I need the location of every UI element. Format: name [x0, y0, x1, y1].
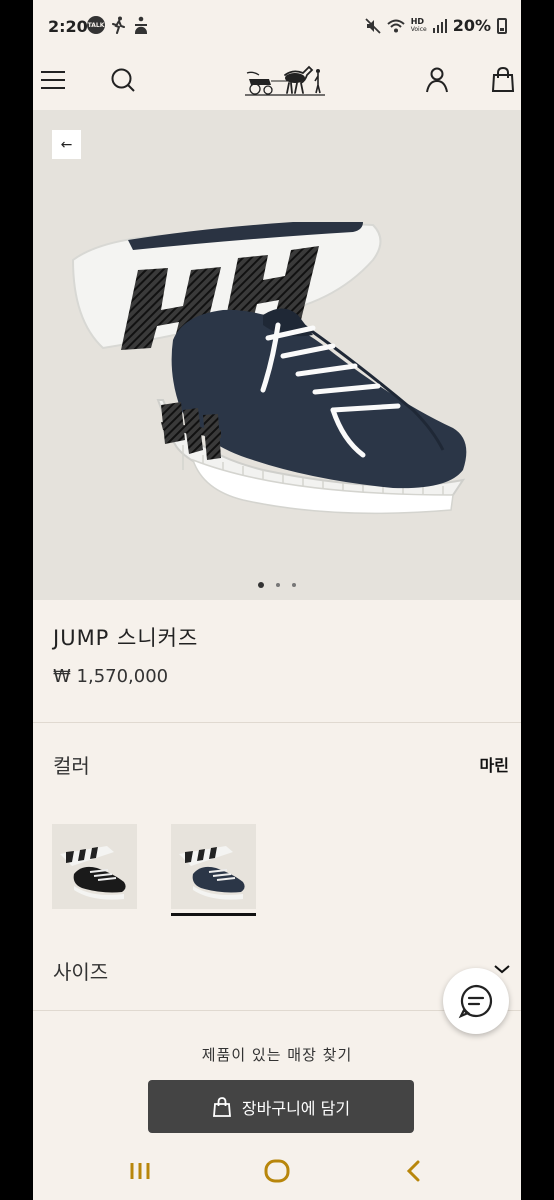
- add-to-cart-label: 장바구니에 담기: [241, 1098, 351, 1118]
- brand-logo[interactable]: [245, 61, 325, 97]
- carousel-dot-1[interactable]: [258, 582, 264, 588]
- hd-voice-indicator: HD Voice: [410, 16, 427, 34]
- selected-swatch-indicator: [171, 913, 256, 916]
- add-to-cart-button[interactable]: 장바구니에 담기: [148, 1080, 414, 1133]
- carousel-dots: [33, 582, 521, 588]
- product-title: JUMP 스니커즈: [53, 626, 199, 650]
- walking-icon: [112, 16, 125, 34]
- back-button[interactable]: ←: [52, 130, 81, 159]
- account-icon[interactable]: [421, 64, 453, 96]
- chat-button[interactable]: [443, 968, 509, 1034]
- status-bar: 2:20 TALK HD Voice 20%: [33, 0, 521, 50]
- search-icon[interactable]: [107, 64, 139, 96]
- battery-percent: 20%: [452, 16, 491, 35]
- product-image-carousel[interactable]: ←: [33, 110, 521, 600]
- carousel-dot-3[interactable]: [292, 583, 296, 587]
- wifi-icon: [387, 19, 405, 32]
- site-header: [33, 50, 521, 110]
- shopping-bag-icon: [212, 1096, 231, 1117]
- chat-bubble-icon: [458, 984, 493, 1019]
- product-price: ₩ 1,570,000: [53, 666, 169, 687]
- divider: [33, 722, 521, 723]
- accessibility-icon: [134, 16, 148, 34]
- system-nav-bar: [33, 1140, 521, 1200]
- shopping-bag-icon[interactable]: [487, 64, 519, 96]
- selected-color-value: 마린: [479, 756, 509, 775]
- battery-icon: [497, 17, 507, 34]
- back-icon[interactable]: [399, 1156, 429, 1186]
- recent-apps-icon[interactable]: [125, 1156, 155, 1186]
- status-left-icons: TALK: [87, 16, 149, 34]
- marine-swatch-image: [171, 824, 256, 909]
- status-right-icons: HD Voice 20%: [365, 16, 507, 35]
- size-label[interactable]: 사이즈: [53, 956, 108, 985]
- kakaotalk-icon: TALK: [87, 16, 105, 34]
- app-screen: 2:20 TALK HD Voice 20% ← JUMP 스니커즈 ₩ 1,5…: [33, 0, 521, 1200]
- menu-icon[interactable]: [37, 64, 69, 96]
- color-label: 컬러: [53, 754, 90, 778]
- home-icon[interactable]: [262, 1156, 292, 1186]
- sneaker-product-image: [71, 222, 467, 515]
- find-store-link[interactable]: 제품이 있는 매장 찾기: [33, 1044, 521, 1065]
- black-sneaker-thumbnail: [60, 846, 126, 900]
- mute-icon: [365, 17, 381, 34]
- voice-label: Voice: [410, 25, 427, 33]
- arrow-left-icon: ←: [60, 136, 73, 153]
- hd-label: HD: [410, 16, 425, 26]
- status-time: 2:20: [48, 17, 88, 36]
- color-swatch-black[interactable]: [52, 824, 137, 909]
- color-swatch-marine[interactable]: [171, 824, 256, 916]
- carousel-dot-2[interactable]: [276, 583, 280, 587]
- signal-icon: [432, 18, 447, 33]
- marine-sneaker-thumbnail: [179, 846, 245, 900]
